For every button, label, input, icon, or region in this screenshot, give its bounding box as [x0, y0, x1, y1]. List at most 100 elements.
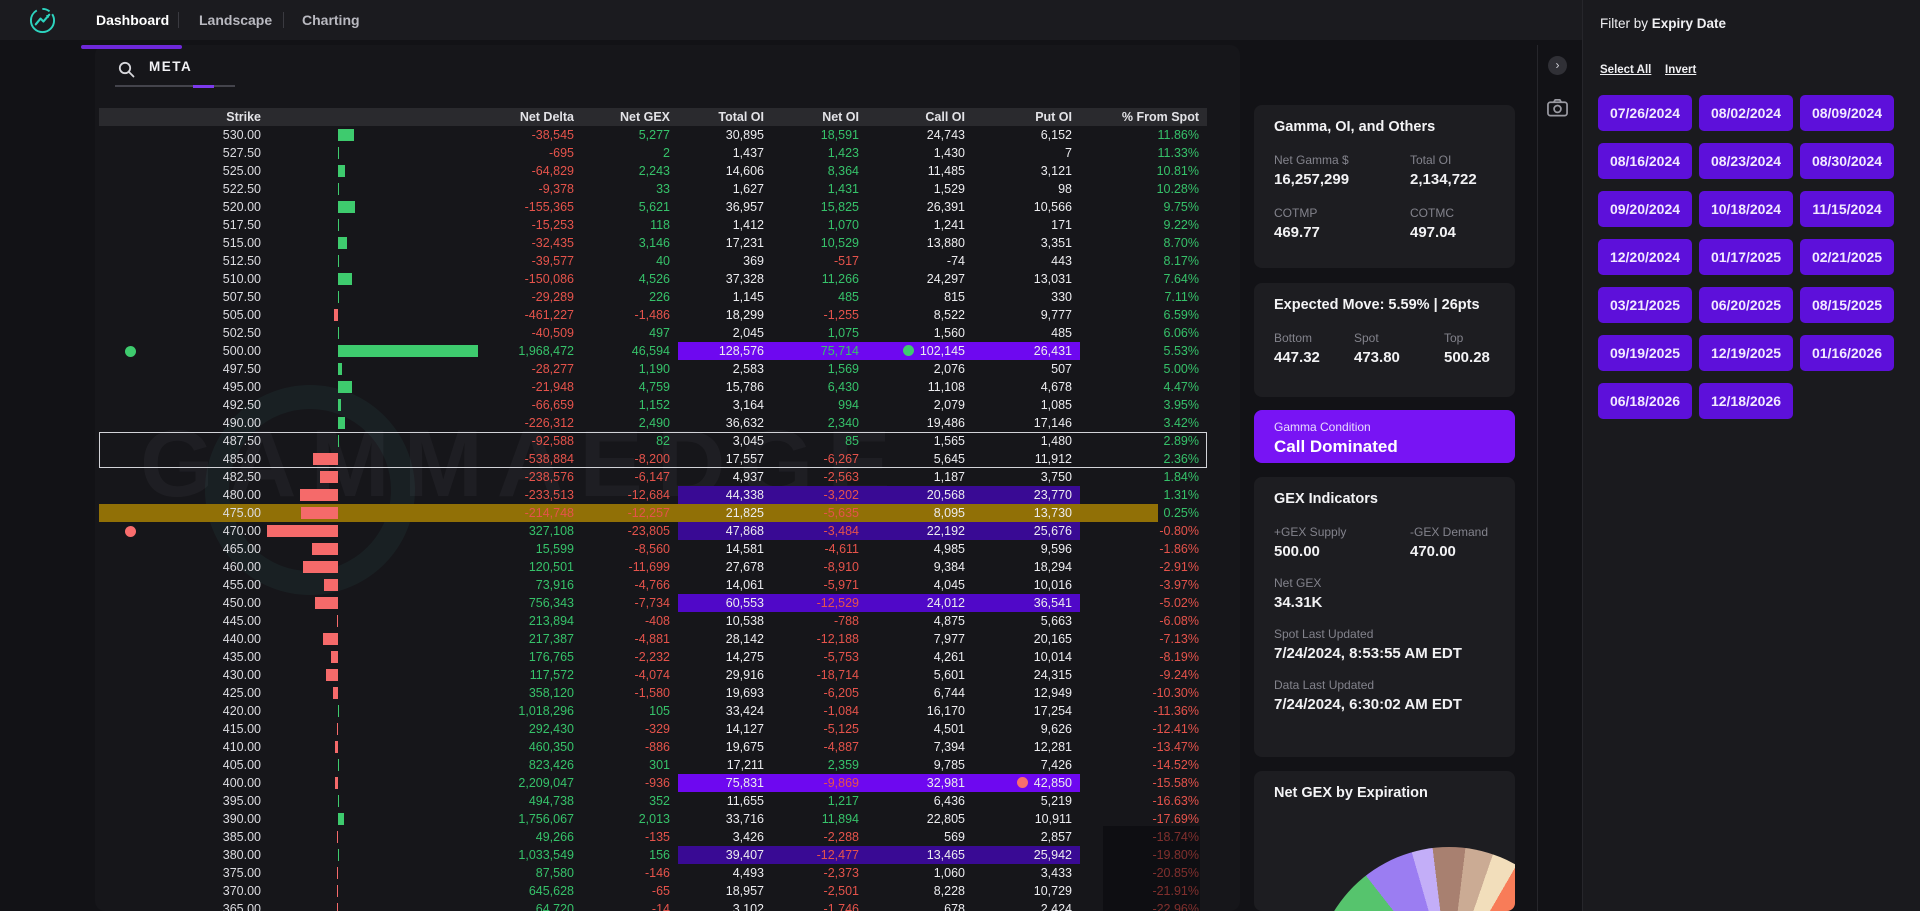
table-row[interactable]: 480.00 -233,513 -12,684 44,338 -3,202 20,568 2…	[99, 486, 1207, 504]
put-oi-cell: 10,729	[1033, 884, 1072, 898]
net-oi-cell: -4,887	[823, 740, 859, 754]
expiry-date-button[interactable]: 12/18/2026	[1699, 383, 1793, 419]
expiry-date-button[interactable]: 01/17/2025	[1699, 239, 1793, 275]
net-gex-bar-cell	[269, 738, 440, 756]
table-row[interactable]: 502.50 -40,509 497 2,045 1,075 1,560 485 6.06%	[99, 324, 1207, 342]
table-row[interactable]: 512.50 -39,577 40 369 -517 -74 443 8.17%	[99, 252, 1207, 270]
table-row[interactable]: 507.50 -29,289 226 1,145 485 815 330 7.11%	[99, 288, 1207, 306]
net-oi-cell: 18,591	[820, 128, 859, 142]
net-delta-cell: 15,599	[535, 542, 574, 556]
table-row[interactable]: 435.00 176,765 -2,232 14,275 -5,753 4,261 10,0…	[99, 648, 1207, 666]
expiry-date-button[interactable]: 07/26/2024	[1598, 95, 1692, 131]
table-row[interactable]: 510.00 -150,086 4,526 37,328 11,266 24,297 13,…	[99, 270, 1207, 288]
net-gex-bar	[337, 831, 338, 843]
ticker-search-input[interactable]: META	[149, 59, 192, 74]
table-row[interactable]: 380.00 1,033,549 156 39,407 -12,477 13,465 25,…	[99, 846, 1207, 864]
net-gex-bar	[312, 543, 338, 555]
table-row[interactable]: 500.00 1,968,472 46,594 128,576 75,714 102,14…	[99, 342, 1207, 360]
expiry-date-button[interactable]: 02/21/2025	[1800, 239, 1894, 275]
table-row[interactable]: 490.00 -226,312 2,490 36,632 2,340 19,486 17,1…	[99, 414, 1207, 432]
expiry-date-button[interactable]: 06/20/2025	[1699, 287, 1793, 323]
table-row[interactable]: 420.00 1,018,296 105 33,424 -1,084 16,170 17,2…	[99, 702, 1207, 720]
table-row[interactable]: 505.00 -461,227 -1,486 18,299 -1,255 8,522 9,7…	[99, 306, 1207, 324]
expiry-date-button[interactable]: 08/09/2024	[1800, 95, 1894, 131]
expiry-date-button[interactable]: 11/15/2024	[1800, 191, 1894, 227]
table-row[interactable]: 440.00 217,387 -4,881 28,142 -12,188 7,977 20,…	[99, 630, 1207, 648]
net-gex-bar	[337, 903, 338, 911]
expiry-date-button[interactable]: 01/16/2026	[1800, 335, 1894, 371]
table-row[interactable]: 375.00 87,580 -146 4,493 -2,373 1,060 3,433 -20…	[99, 864, 1207, 882]
net-delta-cell: 73,916	[535, 578, 574, 592]
table-row[interactable]: 370.00 645,628 -65 18,957 -2,501 8,228 10,729-…	[99, 882, 1207, 900]
expiry-date-button[interactable]: 06/18/2026	[1598, 383, 1692, 419]
table-row[interactable]: 415.00 292,430 -329 14,127 -5,125 4,501 9,626 -…	[99, 720, 1207, 738]
table-row[interactable]: 530.00 -38,545 5,277 30,895 18,591 24,743 6,15…	[99, 126, 1207, 144]
column-header: Net Delta	[519, 110, 574, 124]
table-row[interactable]: 445.00 213,894 -408 10,538 -788 4,875 5,663 -6.…	[99, 612, 1207, 630]
table-row[interactable]: 527.50 -695 2 1,437 1,423 1,430 7 11.33%	[99, 144, 1207, 162]
tab-dashboard[interactable]: Dashboard	[96, 0, 169, 40]
net-gex-bar-cell	[269, 684, 440, 702]
net-gex-bar	[337, 867, 338, 879]
call-oi-cell: 5,645	[933, 452, 965, 466]
table-row[interactable]: 517.50 -15,253 118 1,412 1,070 1,241 171 9.22%	[99, 216, 1207, 234]
table-row[interactable]: 395.00 494,738 352 11,655 1,217 6,436 5,219 -16…	[99, 792, 1207, 810]
expiry-date-button[interactable]: 09/20/2024	[1598, 191, 1692, 227]
expiry-date-button[interactable]: 08/30/2024	[1800, 143, 1894, 179]
table-row[interactable]: 455.00 73,916 -4,766 14,061 -5,971 4,045 10,01…	[99, 576, 1207, 594]
net-oi-cell: -3,202	[772, 486, 867, 504]
expiry-date-button[interactable]: 09/19/2025	[1598, 335, 1692, 371]
chevron-right-icon[interactable]: ›	[1548, 56, 1567, 75]
expiry-date-button[interactable]: 08/02/2024	[1699, 95, 1793, 131]
table-row[interactable]: 430.00 117,572 -4,074 29,916 -18,714 5,601 24,…	[99, 666, 1207, 684]
expiry-date-button[interactable]: 08/23/2024	[1699, 143, 1793, 179]
table-row[interactable]: 410.00 460,350 -886 19,675 -4,887 7,394 12,281…	[99, 738, 1207, 756]
stat-label: +GEX Supply	[1274, 525, 1347, 539]
expiry-date-button[interactable]: 10/18/2024	[1699, 191, 1793, 227]
table-row[interactable]: 515.00 -32,435 3,146 17,231 10,529 13,880 3,35…	[99, 234, 1207, 252]
table-row[interactable]: 385.00 49,266 -135 3,426 -2,288 569 2,857 -18.7…	[99, 828, 1207, 846]
table-row[interactable]: 460.00 120,501 -11,699 27,678 -8,910 9,384 18,…	[99, 558, 1207, 576]
expiry-date-button[interactable]: 12/19/2025	[1699, 335, 1793, 371]
expiry-date-button[interactable]: 08/16/2024	[1598, 143, 1692, 179]
net-gex-bar	[302, 561, 338, 573]
net-gex-cell: 2,013	[638, 812, 670, 826]
app-logo-icon[interactable]	[29, 7, 56, 34]
total-oi-cell: 17,557	[725, 452, 764, 466]
table-row[interactable]: 492.50 -66,659 1,152 3,164 994 2,079 1,085 3.95…	[99, 396, 1207, 414]
table-row[interactable]: 405.00 823,426 301 17,211 2,359 9,785 7,426 -14…	[99, 756, 1207, 774]
table-row[interactable]: 365.00 64,720 -14 3,102 -1,746 678 2,424 -22.96…	[99, 900, 1207, 911]
net-delta-cell: -32,435	[531, 236, 574, 250]
expiry-date-button[interactable]: 03/21/2025	[1598, 287, 1692, 323]
table-row[interactable]: 475.00 -214,748 -12,257 21,825 -5,635 8,095 13…	[99, 504, 1207, 522]
table-row[interactable]: 520.00 -155,365 5,621 36,957 15,825 26,391 10,…	[99, 198, 1207, 216]
table-row[interactable]: 485.00 -538,884 -8,200 17,557 -6,267 5,645 11,…	[99, 450, 1207, 468]
tab-charting[interactable]: Charting	[302, 0, 360, 40]
table-row[interactable]: 525.00 -64,829 2,243 14,606 8,364 11,485 3,121…	[99, 162, 1207, 180]
strike-cell: 512.50	[222, 254, 261, 268]
net-gex-bar	[299, 489, 338, 501]
net-delta-cell: 494,738	[528, 794, 574, 808]
table-row[interactable]: 487.50 -92,588 82 3,045 85 1,565 1,480 2.89%	[99, 432, 1207, 450]
table-row[interactable]: 497.50 -28,277 1,190 2,583 1,569 2,076 507 5.00…	[99, 360, 1207, 378]
net-oi-cell: 1,070	[827, 218, 859, 232]
table-row[interactable]: 465.00 15,599 -8,560 14,581 -4,611 4,985 9,596…	[99, 540, 1207, 558]
tab-landscape[interactable]: Landscape	[199, 0, 272, 40]
table-row[interactable]: 482.50 -238,576 -6,147 4,937 -2,563 1,187 3,75…	[99, 468, 1207, 486]
camera-icon[interactable]	[1547, 98, 1568, 117]
expiry-date-button[interactable]: 12/20/2024	[1598, 239, 1692, 275]
table-row[interactable]: 425.00 358,120 -1,580 19,693 -6,205 6,744 12,9…	[99, 684, 1207, 702]
net-oi-cell: 485	[838, 290, 859, 304]
put-oi-cell: 4,678	[1040, 380, 1072, 394]
select-all-link[interactable]: Select All	[1600, 64, 1651, 76]
table-row[interactable]: 450.00 756,343 -7,734 60,553 -12,529 24,012 36…	[99, 594, 1207, 612]
pct-from-spot-cell: 2.36%	[1163, 452, 1199, 466]
total-oi-cell: 3,102	[732, 902, 764, 911]
table-row[interactable]: 470.00 327,108 -23,805 47,868 -3,484 22,192 25…	[99, 522, 1207, 540]
table-row[interactable]: 400.00 2,209,047 -936 75,831 -9,869 32,981 42,…	[99, 774, 1207, 792]
table-row[interactable]: 522.50 -9,378 33 1,627 1,431 1,529 98 10.28%	[99, 180, 1207, 198]
expiry-date-button[interactable]: 08/15/2025	[1800, 287, 1894, 323]
table-row[interactable]: 390.00 1,756,067 2,013 33,716 11,894 22,805 10…	[99, 810, 1207, 828]
invert-link[interactable]: Invert	[1665, 64, 1696, 76]
table-row[interactable]: 495.00 -21,948 4,759 15,786 6,430 11,108 4,678…	[99, 378, 1207, 396]
